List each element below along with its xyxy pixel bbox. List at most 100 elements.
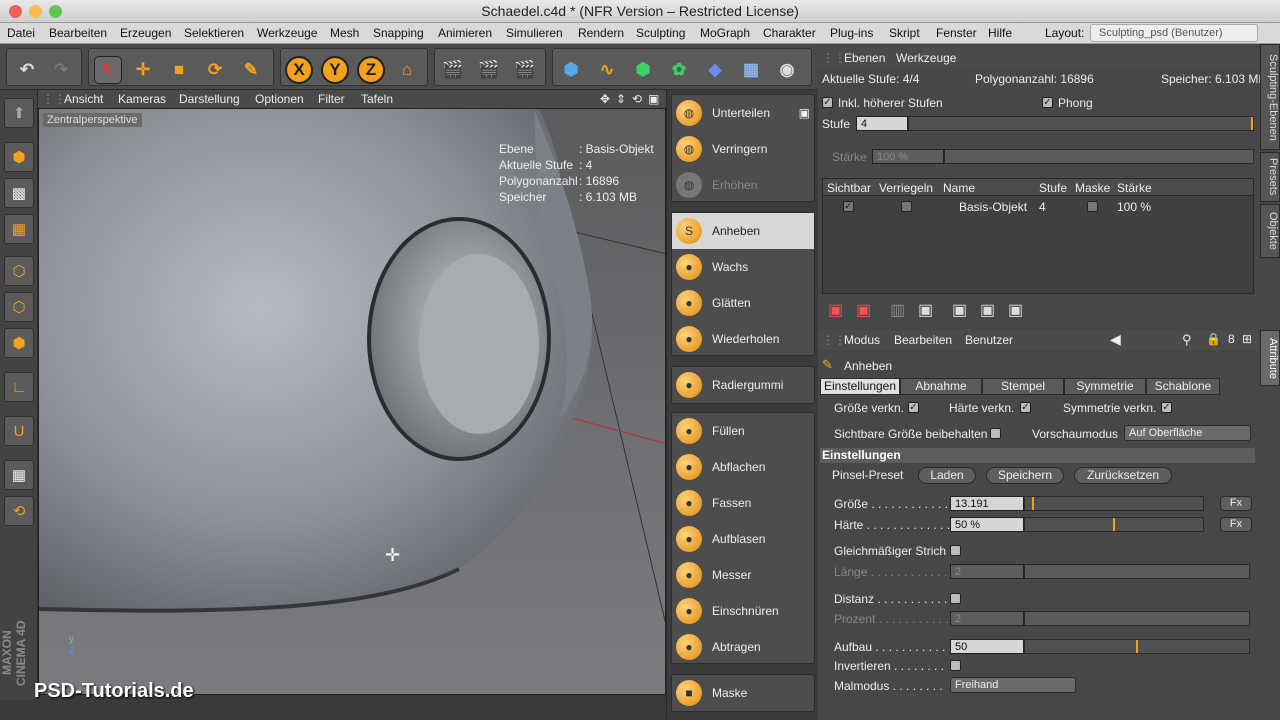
deformer-icon[interactable]: ◆ xyxy=(701,56,729,84)
groesse-verkn-checkbox[interactable]: ✓ xyxy=(908,402,919,413)
sidetab-sculpting-ebenen[interactable]: Sculpting-Ebenen xyxy=(1260,44,1280,150)
menu-plugins[interactable]: Plug-ins xyxy=(830,26,873,40)
add-layer-icon[interactable]: ▣ xyxy=(828,300,843,320)
menu-erzeugen[interactable]: Erzeugen xyxy=(120,26,171,40)
back-arrow-icon[interactable]: ◀ xyxy=(1110,331,1121,348)
groesse-input[interactable]: 13.191 xyxy=(950,496,1024,511)
menu-mograph[interactable]: MoGraph xyxy=(700,26,750,40)
brush-abflachen[interactable]: ● Abflachen xyxy=(672,449,814,485)
symmetrie-verkn-checkbox[interactable]: ✓ xyxy=(1161,402,1172,413)
zuruecksetzen-button[interactable]: Zurücksetzen xyxy=(1074,467,1172,484)
brush-anheben[interactable]: S Anheben xyxy=(672,213,814,249)
vp-menu-optionen[interactable]: Optionen xyxy=(255,92,304,106)
groesse-fx-button[interactable]: Fx xyxy=(1220,496,1252,511)
phong-checkbox[interactable]: ✓ xyxy=(1042,97,1053,108)
copy-layer-icon[interactable]: ▣ xyxy=(952,300,967,320)
staerke-input[interactable]: 100 % xyxy=(872,149,944,164)
tab-einstellungen[interactable]: Einstellungen xyxy=(820,378,900,395)
axis-mode-icon[interactable]: ∟ xyxy=(4,372,34,402)
tab-werkzeuge[interactable]: Werkzeuge xyxy=(896,51,956,65)
brush-fuellen[interactable]: ● Füllen xyxy=(672,413,814,449)
merge-layer-icon[interactable]: ▣ xyxy=(1008,300,1023,320)
menu-hilfe[interactable]: Hilfe xyxy=(988,26,1012,40)
haerte-input[interactable]: 50 % xyxy=(950,517,1024,532)
brush-radiergummi[interactable]: ● Radiergummi xyxy=(672,367,814,403)
pan-icon[interactable]: ✥ xyxy=(600,92,610,106)
delete-layer-icon[interactable]: ▥ xyxy=(890,300,905,320)
brush-aufblasen[interactable]: ● Aufblasen xyxy=(672,521,814,557)
render-settings-icon[interactable]: 🎬 xyxy=(511,56,539,84)
stufe-slider[interactable] xyxy=(908,116,1254,131)
maximize-view-icon[interactable]: ▣ xyxy=(648,92,659,106)
menu-selektieren[interactable]: Selektieren xyxy=(184,26,244,40)
inkl-checkbox[interactable]: ✓ xyxy=(822,97,833,108)
planar-icon[interactable]: ⟲ xyxy=(4,496,34,526)
stufe-input[interactable]: 4 xyxy=(856,116,908,131)
laenge-slider[interactable] xyxy=(1024,564,1250,579)
paste-layer-icon[interactable]: ▣ xyxy=(980,300,995,320)
brush-abtragen[interactable]: ● Abtragen xyxy=(672,629,814,665)
groesse-slider[interactable] xyxy=(1024,496,1204,511)
x-axis-icon[interactable]: X xyxy=(285,56,313,84)
close-window-button[interactable] xyxy=(9,5,22,18)
brush-erhoehen[interactable]: ◍ Erhöhen xyxy=(672,167,814,203)
brush-einschnueren[interactable]: ● Einschnüren xyxy=(672,593,814,629)
haerte-verkn-checkbox[interactable]: ✓ xyxy=(1020,402,1031,413)
spline-icon[interactable]: ∿ xyxy=(593,56,621,84)
laenge-input[interactable]: 2 xyxy=(950,564,1024,579)
add-folder-icon[interactable]: ▣ xyxy=(856,300,871,320)
slider-knob[interactable] xyxy=(1251,117,1253,130)
prozent-slider[interactable] xyxy=(1024,611,1250,626)
staerke-slider[interactable] xyxy=(944,149,1254,164)
panel-menu-icon[interactable]: ▣ xyxy=(799,106,810,120)
render-picture-icon[interactable]: 🎬 xyxy=(475,56,503,84)
sidetab-presets[interactable]: Presets xyxy=(1260,152,1280,202)
live-selection-icon[interactable]: ↖ xyxy=(94,56,122,84)
laden-button[interactable]: Laden xyxy=(918,467,976,484)
vp-menu-darstellung[interactable]: Darstellung xyxy=(179,92,240,106)
menu-datei[interactable]: Datei xyxy=(7,26,35,40)
edges-mode-icon[interactable]: ⬡ xyxy=(4,292,34,322)
clear-layer-icon[interactable]: ▣ xyxy=(918,300,933,320)
menu-fenster[interactable]: Fenster xyxy=(936,26,977,40)
vp-menu-kameras[interactable]: Kameras xyxy=(118,92,166,106)
array-icon[interactable]: ✿ xyxy=(665,56,693,84)
brush-messer[interactable]: ● Messer xyxy=(672,557,814,593)
tab-ebenen[interactable]: Ebenen xyxy=(844,51,885,65)
vorschaumodus-dropdown[interactable]: Auf Oberfläche xyxy=(1124,425,1251,441)
brush-wiederholen[interactable]: ● Wiederholen xyxy=(672,321,814,357)
tab-schablone[interactable]: Schablone xyxy=(1146,378,1220,395)
brush-maske[interactable]: ■ Maske xyxy=(672,675,814,711)
z-axis-icon[interactable]: Z xyxy=(357,56,385,84)
table-row[interactable]: ✓ Basis-Objekt 4 100 % xyxy=(823,197,1253,217)
model-mode-icon[interactable]: ⬢ xyxy=(4,142,34,172)
menu-simulieren[interactable]: Simulieren xyxy=(506,26,563,40)
menu-snapping[interactable]: Snapping xyxy=(373,26,424,40)
brush-unterteilen[interactable]: ◍ Unterteilen ▣ xyxy=(672,95,814,131)
sculpt-brush-icon[interactable]: ✎ xyxy=(237,56,265,84)
attr-menu-benutzer[interactable]: Benutzer xyxy=(965,333,1013,347)
menu-charakter[interactable]: Charakter xyxy=(763,26,816,40)
mask-checkbox[interactable] xyxy=(1087,201,1098,212)
undo-icon[interactable]: ↶ xyxy=(13,56,41,84)
sidetab-objekte[interactable]: Objekte xyxy=(1260,204,1280,258)
gleichmaessig-checkbox[interactable] xyxy=(950,545,961,556)
subdivision-icon[interactable]: ⬢ xyxy=(629,56,657,84)
rotate-view-icon[interactable]: ⟲ xyxy=(632,92,642,106)
aufbau-slider[interactable] xyxy=(1024,639,1250,654)
slider-knob[interactable] xyxy=(1032,497,1034,510)
menu-bearbeiten[interactable]: Bearbeiten xyxy=(49,26,107,40)
lock-icon[interactable]: 🔒 xyxy=(1206,332,1221,346)
tab-symmetrie[interactable]: Symmetrie xyxy=(1064,378,1146,395)
texture-mode-icon[interactable]: ▩ xyxy=(4,178,34,208)
sidetab-attribute[interactable]: Attribute xyxy=(1260,330,1280,386)
rotate-icon[interactable]: ⟳ xyxy=(201,56,229,84)
sichtbare-groesse-checkbox[interactable] xyxy=(990,428,1001,439)
mode-icon[interactable]: ⬆ xyxy=(4,98,34,128)
layout-dropdown[interactable]: Sculpting_psd (Benutzer) xyxy=(1090,24,1258,42)
link-icon[interactable]: 8 xyxy=(1228,332,1235,346)
invertieren-checkbox[interactable] xyxy=(950,660,961,671)
search-icon[interactable]: ⚲ xyxy=(1182,332,1192,348)
workplane-lock-icon[interactable]: ▦ xyxy=(4,460,34,490)
brush-wachs[interactable]: ● Wachs xyxy=(672,249,814,285)
